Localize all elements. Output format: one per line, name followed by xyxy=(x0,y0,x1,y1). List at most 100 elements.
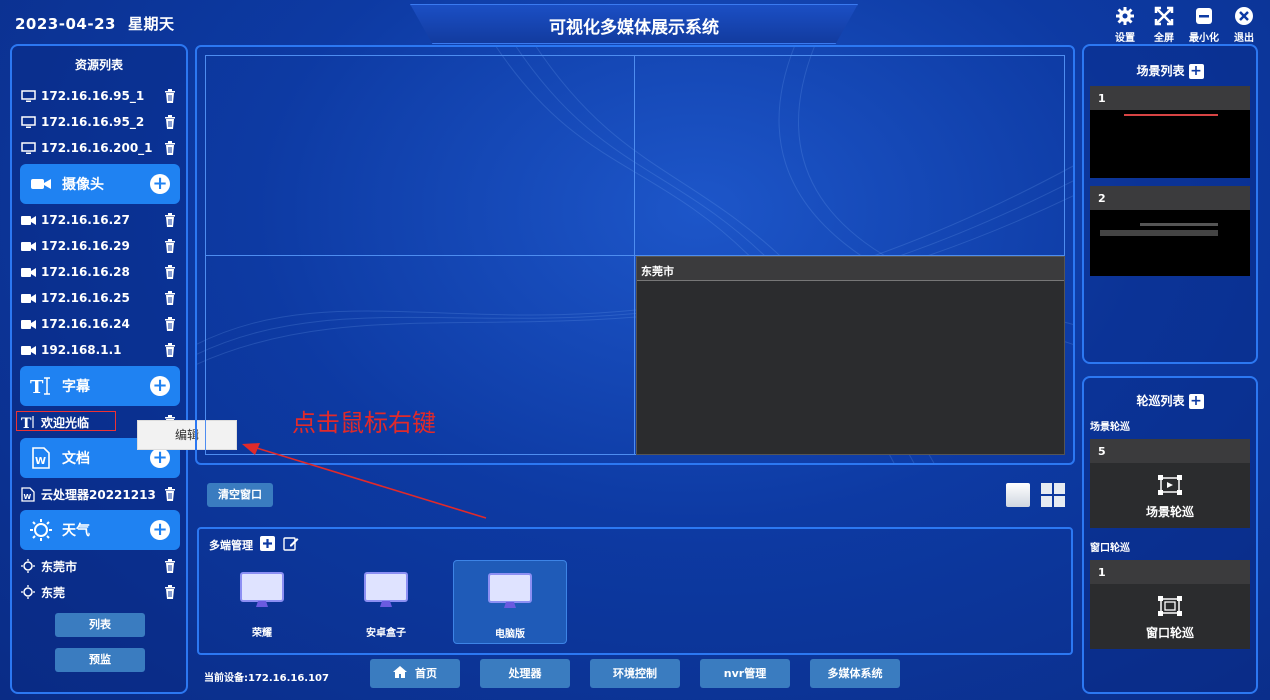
gear-icon xyxy=(1116,7,1134,25)
exit-button[interactable]: 退出 xyxy=(1224,6,1264,44)
trash-icon[interactable] xyxy=(164,265,176,279)
resource-list-title: 资源列表 xyxy=(74,58,123,72)
selected-item-highlight xyxy=(16,411,116,431)
weekday-text: 星期天 xyxy=(127,15,175,33)
resource-camera-item[interactable]: 192.168.1.1 xyxy=(20,339,182,361)
add-camera-button[interactable]: + xyxy=(150,174,170,194)
resource-label: 东莞市 xyxy=(41,559,78,574)
trash-icon[interactable] xyxy=(164,141,176,155)
resource-document-item[interactable]: W 云处理器20221213 xyxy=(20,483,182,505)
list-button[interactable]: 列表 xyxy=(55,613,145,637)
tour-list-title-text: 轮巡列表 xyxy=(1136,394,1185,408)
resource-screen-item[interactable]: 172.16.16.95_2 xyxy=(20,111,182,133)
svg-text:W: W xyxy=(35,456,46,467)
tour-id: 1 xyxy=(1098,566,1106,579)
nav-nvr-button[interactable]: nvr管理 xyxy=(700,659,790,688)
content-window[interactable]: 东莞市 xyxy=(636,256,1065,455)
monitor-icon xyxy=(20,141,36,155)
camera-category[interactable]: 摄像头 + xyxy=(20,164,180,204)
preview-button[interactable]: 预监 xyxy=(55,648,145,672)
weather-category-label: 天气 xyxy=(62,523,90,539)
device-honor[interactable]: 荣耀 xyxy=(205,560,319,644)
edit-icon[interactable] xyxy=(283,536,299,551)
nav-multimedia-button[interactable]: 多媒体系统 xyxy=(810,659,900,688)
monitor-icon xyxy=(488,573,532,608)
trash-icon[interactable] xyxy=(164,239,176,253)
device-pc[interactable]: 电脑版 xyxy=(453,560,567,644)
settings-button[interactable]: 设置 xyxy=(1105,6,1145,44)
thumbnail-window xyxy=(1140,223,1218,226)
scene-list-title-text: 场景列表 xyxy=(1136,64,1185,78)
resource-label: 172.16.16.95_2 xyxy=(41,115,145,129)
svg-text:W: W xyxy=(24,493,32,501)
scene-tour-card[interactable]: 5 场景轮巡 xyxy=(1090,439,1250,528)
resource-weather-item[interactable]: 东莞 xyxy=(20,581,182,603)
resource-camera-item[interactable]: 172.16.16.27 xyxy=(20,209,182,231)
trash-icon[interactable] xyxy=(164,115,176,129)
add-tour-button[interactable]: + xyxy=(1188,394,1204,409)
add-subtitle-button[interactable]: + xyxy=(150,376,170,396)
monitor-icon xyxy=(364,572,408,607)
trash-icon[interactable] xyxy=(164,487,176,501)
scene-tour-label: 场景轮巡 xyxy=(1145,505,1194,519)
scene-list-title: 场景列表 + xyxy=(1082,62,1258,79)
thumbnail-marquee xyxy=(1124,114,1218,116)
scene-tour-icon xyxy=(1158,475,1182,495)
nav-processor-button[interactable]: 处理器 xyxy=(480,659,570,688)
nav-environment-button[interactable]: 环境控制 xyxy=(590,659,680,688)
clear-window-button[interactable]: 清空窗口 xyxy=(207,483,273,507)
resource-camera-item[interactable]: 172.16.16.29 xyxy=(20,235,182,257)
resource-screen-item[interactable]: 172.16.16.200_1 xyxy=(20,137,182,159)
video-camera-icon xyxy=(20,317,36,331)
scene-thumbnail xyxy=(1090,210,1250,276)
add-weather-button[interactable]: + xyxy=(150,520,170,540)
trash-icon[interactable] xyxy=(164,291,176,305)
fullscreen-button[interactable]: 全屏 xyxy=(1144,6,1184,44)
resource-camera-item[interactable]: 172.16.16.25 xyxy=(20,287,182,309)
resource-label: 172.16.16.200_1 xyxy=(41,141,153,155)
nav-home-button[interactable]: 首页 xyxy=(370,659,460,688)
resource-camera-item[interactable]: 172.16.16.28 xyxy=(20,261,182,283)
annotation-arrow xyxy=(242,443,487,519)
trash-icon[interactable] xyxy=(164,317,176,331)
window-tour-card[interactable]: 1 窗口轮巡 xyxy=(1090,560,1250,649)
minimize-button[interactable]: 最小化 xyxy=(1184,6,1224,44)
trash-icon[interactable] xyxy=(164,89,176,103)
add-scene-button[interactable]: + xyxy=(1188,64,1204,79)
monitor-icon xyxy=(20,115,36,129)
document-category-label: 文档 xyxy=(62,451,90,467)
video-camera-icon xyxy=(31,179,51,189)
scene-id: 2 xyxy=(1098,192,1106,205)
window-tour-subtitle: 窗口轮巡 xyxy=(1090,543,1130,554)
weather-category[interactable]: 天气 + xyxy=(20,510,180,550)
sun-icon xyxy=(20,559,36,573)
resource-weather-item[interactable]: 东莞市 xyxy=(20,555,182,577)
video-camera-icon xyxy=(20,291,36,305)
add-icon[interactable] xyxy=(260,536,275,551)
quad-layout-icon[interactable] xyxy=(1041,483,1065,507)
settings-label: 设置 xyxy=(1115,33,1135,44)
resource-label: 172.16.16.25 xyxy=(41,291,130,305)
exit-label: 退出 xyxy=(1234,33,1254,44)
scene-card[interactable]: 1 xyxy=(1090,86,1250,178)
single-layout-icon[interactable] xyxy=(1006,483,1030,507)
trash-icon[interactable] xyxy=(164,585,176,599)
resource-screen-item[interactable]: 172.16.16.95_1 xyxy=(20,85,182,107)
fullscreen-icon xyxy=(1154,6,1174,26)
trash-icon[interactable] xyxy=(164,213,176,227)
trash-icon[interactable] xyxy=(164,559,176,573)
annotation-text: 点击鼠标右键 xyxy=(292,409,436,437)
resource-camera-item[interactable]: 172.16.16.24 xyxy=(20,313,182,335)
scene-card[interactable]: 2 xyxy=(1090,186,1250,276)
sun-icon xyxy=(20,585,36,599)
subtitle-category[interactable]: T 字幕 + xyxy=(20,366,180,406)
video-camera-icon xyxy=(20,343,36,357)
page-title: 可视化多媒体展示系统 xyxy=(549,18,719,38)
monitor-icon xyxy=(240,572,284,607)
text-cursor-icon: T xyxy=(30,377,50,397)
device-android-box[interactable]: 安卓盒子 xyxy=(329,560,443,644)
resource-label: 云处理器20221213 xyxy=(41,487,156,502)
multi-end-title-text: 多端管理 xyxy=(209,539,253,552)
trash-icon[interactable] xyxy=(164,343,176,357)
add-document-button[interactable]: + xyxy=(150,448,170,468)
